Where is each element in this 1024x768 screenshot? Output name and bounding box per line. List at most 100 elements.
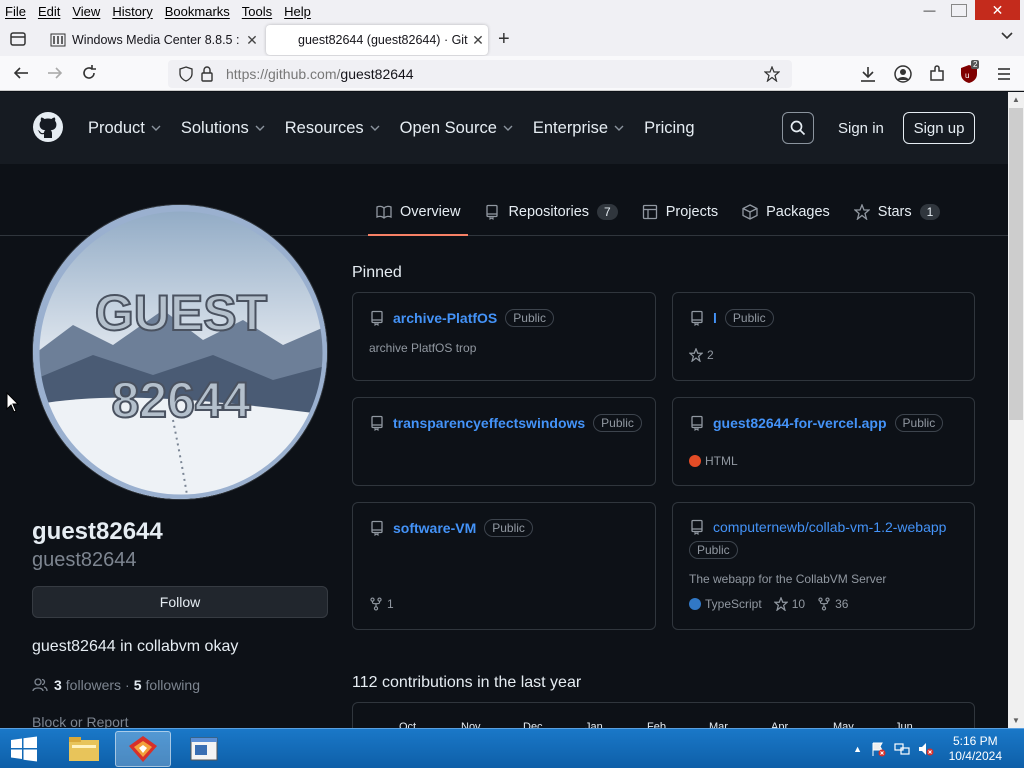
avatar-text-line2: 82644	[111, 372, 250, 428]
scrollbar-thumb[interactable]	[1009, 108, 1023, 420]
firefox-taskbar-button[interactable]	[115, 731, 171, 767]
url-host: https://github.com/	[226, 66, 341, 82]
nav-resources[interactable]: Resources	[285, 119, 380, 138]
tab-repositories[interactable]: Repositories 7	[476, 196, 625, 228]
tab-github-profile[interactable]: guest82644 (guest82644) · GitHu ✕	[266, 25, 488, 55]
stars-count: 2	[707, 348, 714, 362]
nav-label: Enterprise	[532, 118, 609, 137]
list-all-tabs-icon[interactable]	[1000, 31, 1014, 41]
language-name: TypeScript	[705, 597, 762, 611]
separator-dot: ·	[125, 677, 130, 693]
followers-count[interactable]: 3	[54, 677, 62, 693]
forks-count: 1	[387, 597, 394, 611]
downloads-icon[interactable]	[858, 64, 878, 84]
following-count[interactable]: 5	[134, 677, 142, 693]
repo-meta: TypeScript 10 36	[689, 597, 860, 611]
nav-pricing[interactable]: Pricing	[644, 119, 694, 138]
forks-stat[interactable]: 36	[817, 597, 848, 611]
profile-bio: guest82644 in collabvm okay	[32, 638, 239, 655]
tab-stars[interactable]: Stars 1	[846, 196, 949, 228]
scroll-up-icon[interactable]: ▲	[1012, 95, 1020, 104]
tab-packages[interactable]: Packages	[734, 196, 838, 228]
hamburger-menu-icon[interactable]	[994, 64, 1014, 84]
tracking-protection-icon[interactable]	[178, 66, 194, 82]
visibility-badge: Public	[505, 309, 554, 327]
sign-in-link[interactable]: Sign in	[838, 120, 884, 137]
followers-link[interactable]: followers	[66, 677, 121, 693]
volume-muted-icon[interactable]	[918, 741, 934, 757]
tab-projects[interactable]: Projects	[634, 196, 726, 228]
github-favicon-icon	[276, 32, 292, 48]
account-icon[interactable]	[893, 64, 913, 84]
address-bar[interactable]: https://github.com/guest82644	[168, 60, 792, 88]
forward-icon[interactable]	[46, 64, 64, 82]
action-center-flag-icon[interactable]	[870, 741, 886, 757]
menu-help[interactable]: Help	[278, 4, 317, 19]
sign-up-button[interactable]: Sign up	[903, 112, 975, 144]
scroll-down-icon[interactable]: ▼	[1012, 716, 1020, 725]
network-icon[interactable]	[894, 741, 910, 757]
ublock-origin-icon[interactable]: u 2	[960, 60, 980, 84]
menu-tools[interactable]: Tools	[236, 4, 278, 19]
chevron-down-icon	[151, 125, 161, 131]
fork-icon	[370, 597, 382, 611]
repo-meta: 1	[369, 597, 406, 611]
taskbar-clock[interactable]: 5:16 PM 10/4/2024	[949, 734, 1002, 764]
nav-open-source[interactable]: Open Source	[400, 119, 513, 138]
nav-product[interactable]: Product	[88, 119, 161, 138]
repo-name-link[interactable]: archive-PlatfOS	[393, 310, 497, 326]
app-taskbar-button[interactable]	[176, 731, 232, 767]
maximize-button[interactable]	[944, 0, 973, 20]
chevron-down-icon	[503, 125, 513, 131]
file-explorer-taskbar-button[interactable]	[56, 731, 112, 767]
repo-name-link[interactable]: l	[713, 310, 717, 326]
following-link[interactable]: following	[146, 677, 200, 693]
menu-edit[interactable]: Edit	[32, 4, 66, 19]
page-scrollbar[interactable]: ▲ ▼	[1008, 92, 1024, 728]
repo-name-link[interactable]: software-VM	[393, 520, 476, 536]
pinned-card: computernewb/collab-vm-1.2-webapp Public…	[672, 502, 975, 630]
menu-history[interactable]: History	[106, 4, 158, 19]
extensions-icon[interactable]	[927, 64, 947, 84]
menu-bookmarks[interactable]: Bookmarks	[159, 4, 236, 19]
minimize-button[interactable]: —	[915, 0, 944, 20]
repo-name-link[interactable]: computernewb/collab-vm-1.2-webapp	[713, 519, 946, 535]
url-text[interactable]: https://github.com/guest82644	[226, 66, 414, 82]
search-button[interactable]	[782, 112, 814, 144]
forks-stat[interactable]: 1	[369, 597, 394, 611]
tab-overview[interactable]: Overview	[368, 196, 469, 236]
back-icon[interactable]	[12, 64, 30, 82]
nav-label: Resources	[284, 118, 364, 137]
nav-solutions[interactable]: Solutions	[181, 119, 265, 138]
bookmark-star-icon[interactable]	[764, 66, 780, 82]
tab-windows-media-center[interactable]: Windows Media Center 8.8.5 : M ✕	[40, 25, 262, 55]
repo-name-link[interactable]: guest82644-for-vercel.app	[713, 415, 887, 431]
mouse-cursor-icon	[6, 392, 20, 413]
nav-label: Pricing	[644, 118, 695, 137]
show-hidden-icons-icon[interactable]: ▲	[853, 744, 862, 754]
profile-login: guest82644	[32, 549, 137, 571]
reload-icon[interactable]	[80, 64, 98, 82]
repo-name-link[interactable]: transparencyeffectswindows	[393, 415, 585, 431]
new-tab-button[interactable]: +	[498, 29, 510, 49]
start-button-icon[interactable]	[10, 736, 38, 762]
nav-enterprise[interactable]: Enterprise	[533, 119, 624, 138]
menu-file[interactable]: File	[0, 4, 32, 19]
menu-view[interactable]: View	[66, 4, 106, 19]
stars-stat[interactable]: 10	[773, 597, 805, 611]
close-tab-icon[interactable]: ✕	[242, 32, 262, 49]
repo-icon	[371, 415, 383, 431]
stars-stat[interactable]: 2	[689, 348, 714, 362]
lock-icon[interactable]	[200, 66, 214, 82]
avatar[interactable]: GUEST 82644	[32, 204, 328, 500]
github-logo-icon[interactable]	[32, 111, 64, 143]
fork-icon	[818, 597, 830, 611]
folder-icon	[69, 737, 99, 761]
close-window-button[interactable]: ✕	[975, 0, 1020, 20]
firefox-view-icon[interactable]	[8, 29, 28, 49]
pinned-card: transparencyeffectswindows Public	[352, 397, 656, 486]
close-tab-icon[interactable]: ✕	[468, 32, 488, 49]
follow-button[interactable]: Follow	[32, 586, 328, 618]
avatar-image: GUEST 82644	[33, 205, 327, 499]
avatar-text-line1: GUEST	[95, 285, 267, 341]
